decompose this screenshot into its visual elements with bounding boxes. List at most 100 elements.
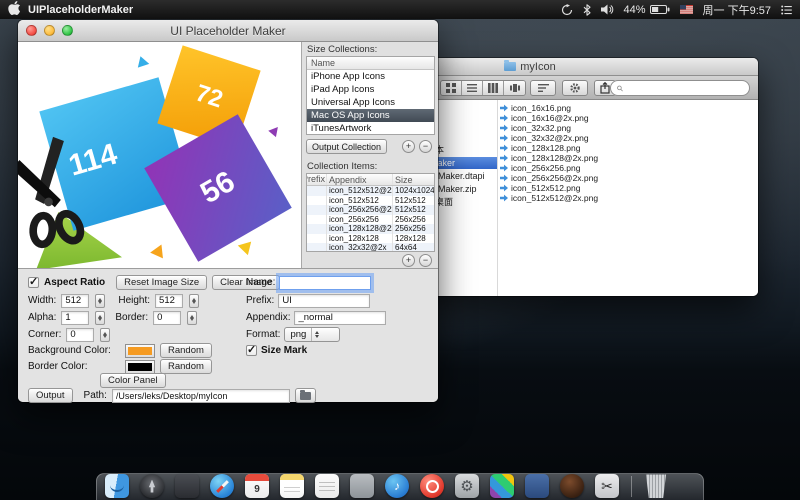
output-collection-button[interactable]: Output Collection bbox=[306, 139, 387, 154]
apple-menu[interactable] bbox=[8, 1, 21, 18]
list-view-button[interactable] bbox=[462, 81, 483, 95]
border-random-button[interactable]: Random bbox=[160, 359, 212, 374]
prefix-column-header[interactable]: Prefix bbox=[307, 174, 327, 185]
choose-path-button[interactable] bbox=[295, 388, 316, 403]
list-item[interactable]: rMaker.zip bbox=[432, 183, 497, 195]
file-row[interactable]: icon_32x32.png bbox=[500, 123, 571, 133]
file-row[interactable]: icon_16x16.png bbox=[500, 103, 571, 113]
file-row[interactable]: icon_512x512.png bbox=[500, 183, 580, 193]
dock-safari-icon[interactable] bbox=[210, 474, 234, 498]
appendix-column-header[interactable]: Appendix bbox=[327, 174, 393, 185]
time-machine-menu[interactable] bbox=[561, 4, 573, 16]
app-window[interactable]: UI Placeholder Maker 114 72 56 bbox=[18, 20, 438, 402]
border-stepper[interactable] bbox=[187, 311, 197, 325]
format-popup[interactable]: png bbox=[284, 327, 340, 342]
file-row[interactable]: icon_16x16@2x.png bbox=[500, 113, 589, 123]
corner-stepper[interactable] bbox=[100, 328, 110, 342]
width-input[interactable] bbox=[61, 294, 89, 308]
search-field[interactable] bbox=[610, 80, 750, 96]
list-item[interactable]: 桌面 bbox=[432, 196, 497, 208]
action-button[interactable] bbox=[562, 80, 588, 96]
file-row[interactable]: icon_128x128@2x.png bbox=[500, 153, 598, 163]
search-input[interactable] bbox=[626, 82, 743, 94]
height-input[interactable] bbox=[155, 294, 183, 308]
menubar-app-name[interactable]: UIPlaceholderMaker bbox=[28, 4, 133, 16]
dock-system-preferences-icon[interactable] bbox=[455, 474, 479, 498]
input-source-menu[interactable] bbox=[680, 5, 693, 14]
dock-blue-app-icon[interactable] bbox=[525, 474, 549, 498]
add-item-button[interactable]: + bbox=[402, 254, 415, 267]
collection-row[interactable]: iTunesArtwork bbox=[307, 122, 434, 135]
size-mark-checkbox[interactable] bbox=[246, 345, 257, 356]
close-button[interactable] bbox=[26, 25, 37, 36]
dock-gray-app-icon[interactable] bbox=[350, 474, 374, 498]
output-button[interactable]: Output bbox=[28, 388, 73, 403]
item-row[interactable]: icon_128x128128x128 bbox=[307, 234, 434, 244]
item-row[interactable]: icon_512x512512x512 bbox=[307, 196, 434, 206]
folder-proxy-icon[interactable] bbox=[504, 62, 516, 71]
item-row[interactable]: icon_128x128@2x256x256 bbox=[307, 224, 434, 234]
remove-collection-button[interactable]: − bbox=[419, 140, 432, 153]
image-preview-area[interactable]: 114 72 56 bbox=[18, 42, 301, 268]
file-row[interactable]: icon_128x128.png bbox=[500, 143, 580, 153]
aspect-ratio-checkbox[interactable] bbox=[28, 277, 39, 288]
alpha-input[interactable] bbox=[61, 311, 89, 325]
prefix-input[interactable] bbox=[278, 294, 370, 308]
dock-colorful-app-icon[interactable] bbox=[490, 474, 514, 498]
dock-textedit-icon[interactable] bbox=[315, 474, 339, 498]
height-stepper[interactable] bbox=[189, 294, 199, 308]
name-input[interactable] bbox=[279, 276, 371, 290]
dock-calendar-icon[interactable]: 9 bbox=[245, 474, 269, 498]
collection-row[interactable]: iPad App Icons bbox=[307, 83, 434, 96]
app-titlebar[interactable]: UI Placeholder Maker bbox=[18, 20, 438, 42]
dock-itunes-icon[interactable]: ♪ bbox=[385, 474, 409, 498]
name-column-header[interactable]: Name bbox=[307, 57, 434, 70]
remove-item-button[interactable]: − bbox=[419, 254, 432, 267]
bluetooth-menu[interactable] bbox=[583, 4, 591, 16]
list-item[interactable]: rMaker.dtapi bbox=[432, 170, 497, 182]
menubar-clock[interactable]: 周一 下午9:57 bbox=[703, 2, 771, 18]
dock-dark-app-icon[interactable] bbox=[175, 474, 199, 498]
zoom-button[interactable] bbox=[62, 25, 73, 36]
border-input[interactable] bbox=[153, 311, 181, 325]
icon-view-button[interactable] bbox=[441, 81, 462, 95]
file-row[interactable]: icon_32x32@2x.png bbox=[500, 133, 589, 143]
background-color-well[interactable] bbox=[125, 344, 155, 358]
background-random-button[interactable]: Random bbox=[160, 343, 212, 358]
collection-row[interactable]: Universal App Icons bbox=[307, 96, 434, 109]
item-row[interactable]: icon_512x512@2x1024x1024 bbox=[307, 186, 434, 196]
dock-finder-icon[interactable] bbox=[105, 474, 129, 498]
appendix-input[interactable] bbox=[294, 311, 386, 325]
dock-launchpad-icon[interactable] bbox=[140, 474, 164, 498]
item-row[interactable]: icon_256x256256x256 bbox=[307, 215, 434, 225]
alpha-stepper[interactable] bbox=[95, 311, 105, 325]
item-row[interactable]: icon_256x256@2x512x512 bbox=[307, 205, 434, 215]
dock-notes-icon[interactable] bbox=[280, 474, 304, 498]
add-collection-button[interactable]: + bbox=[402, 140, 415, 153]
width-stepper[interactable] bbox=[95, 294, 105, 308]
collection-row[interactable]: iPhone App Icons bbox=[307, 70, 434, 83]
path-input[interactable] bbox=[112, 389, 290, 403]
coverflow-view-button[interactable] bbox=[504, 81, 525, 95]
dock-trash-icon[interactable] bbox=[644, 474, 668, 498]
dock-coffee-app-icon[interactable] bbox=[560, 474, 584, 498]
arrange-button[interactable] bbox=[530, 80, 556, 96]
size-column-header[interactable]: Size bbox=[393, 174, 434, 185]
volume-menu[interactable] bbox=[601, 4, 614, 15]
notification-center-menu[interactable] bbox=[781, 5, 792, 15]
file-row[interactable]: icon_512x512@2x.png bbox=[500, 193, 598, 203]
file-row[interactable]: icon_256x256.png bbox=[500, 163, 580, 173]
reset-image-size-button[interactable]: Reset Image Size bbox=[116, 275, 207, 290]
corner-input[interactable] bbox=[66, 328, 94, 342]
list-item[interactable]: 本 bbox=[432, 144, 497, 156]
minimize-button[interactable] bbox=[44, 25, 55, 36]
item-row[interactable]: icon_32x32@2x64x64 bbox=[307, 243, 434, 252]
column-view-button[interactable] bbox=[483, 81, 504, 95]
battery-menu[interactable]: 44% bbox=[624, 4, 670, 16]
collection-row-selected[interactable]: Mac OS App Icons bbox=[307, 109, 434, 122]
dock-red-app-icon[interactable] bbox=[420, 474, 444, 498]
file-row[interactable]: icon_256x256@2x.png bbox=[500, 173, 598, 183]
dock-placeholder-maker-icon[interactable] bbox=[595, 474, 619, 498]
color-panel-button[interactable]: Color Panel bbox=[100, 373, 166, 388]
border-color-well[interactable] bbox=[125, 360, 155, 374]
